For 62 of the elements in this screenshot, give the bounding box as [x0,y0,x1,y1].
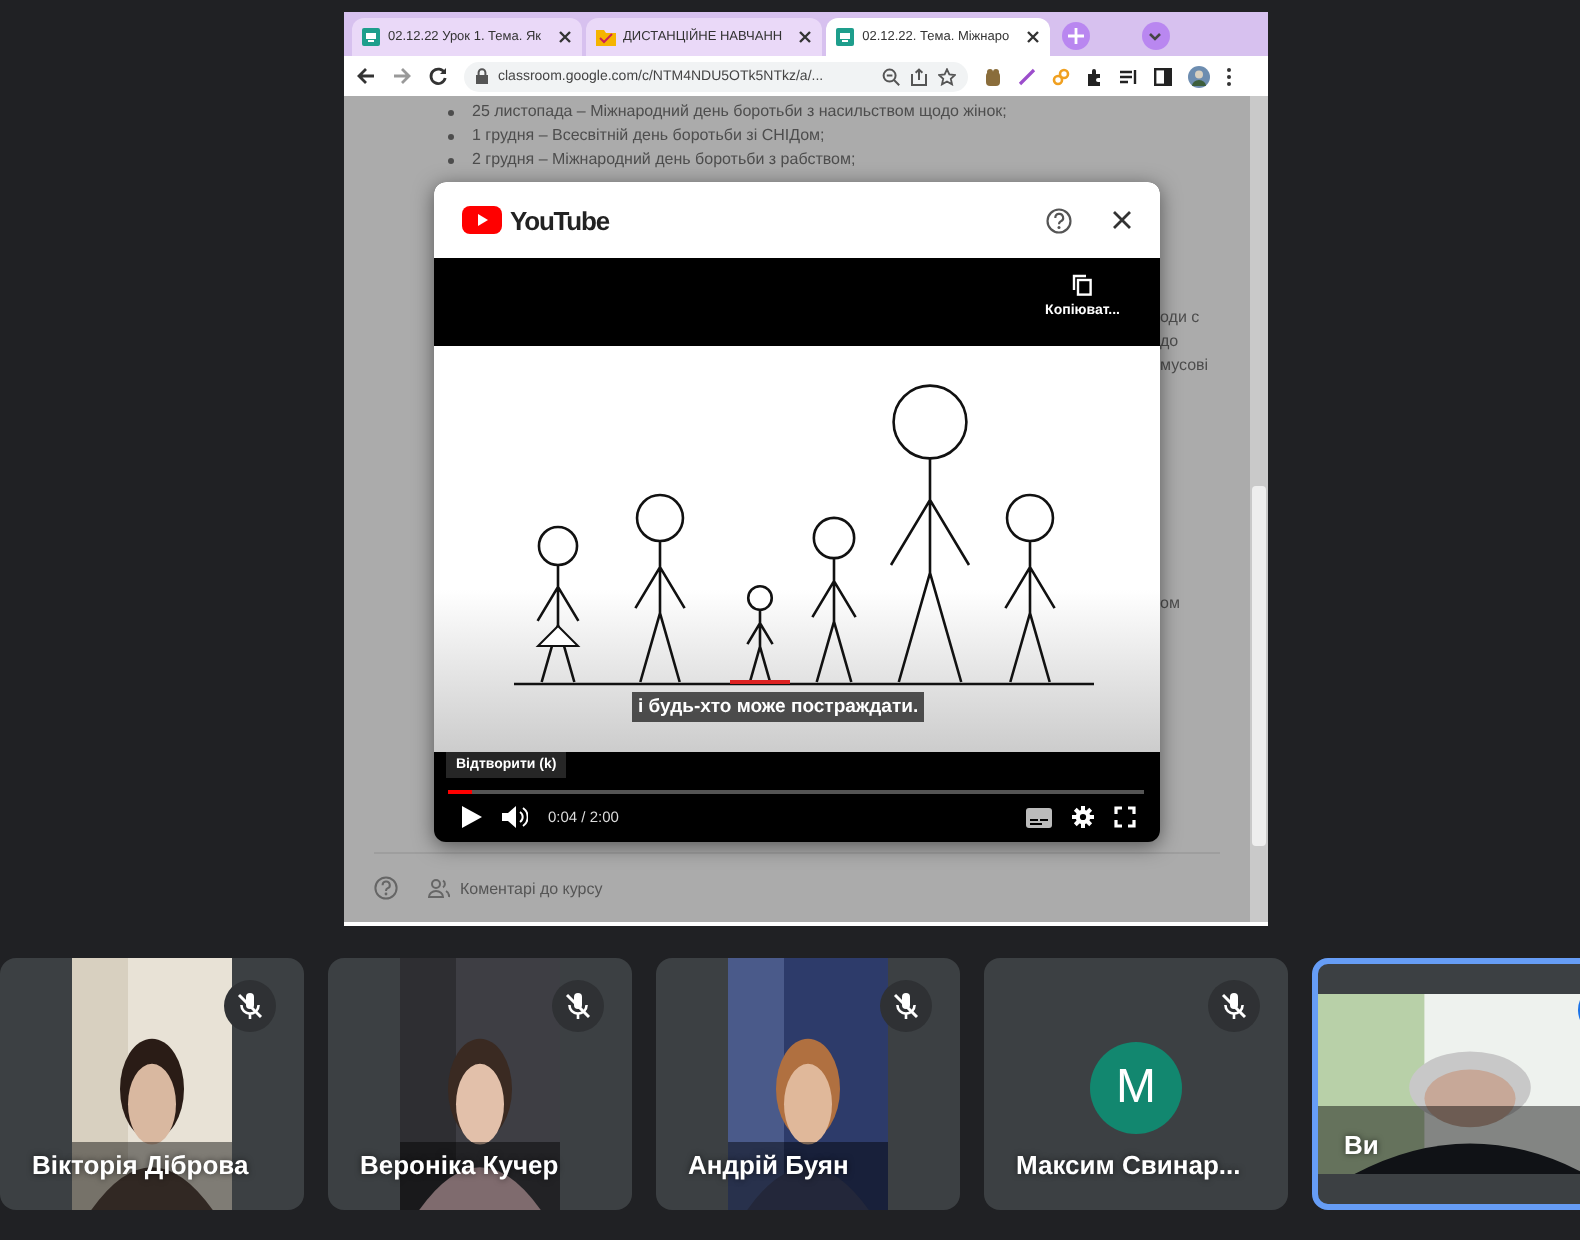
bullet-icon [448,133,454,139]
participant-name: Андрій Буян [688,1150,849,1180]
fullscreen-icon[interactable] [1114,806,1136,828]
page-text: до [1160,330,1179,354]
bullet-text: 2 грудня – Міжнародний день боротьби з рабством; [472,148,856,172]
participant-tile[interactable]: Андрій Буян [656,958,960,1210]
star-icon[interactable] [938,67,956,85]
volume-icon[interactable] [502,806,528,828]
participant-name: Максим Свинар... [1016,1150,1241,1180]
play-icon[interactable] [462,806,482,828]
brand-name: YouTube [510,205,609,235]
copy-icon [1072,274,1093,296]
participant-name: Вікторія Діброва [32,1150,249,1180]
tab-search-button[interactable] [1141,22,1170,50]
plus-icon [1067,28,1084,44]
menu-icon[interactable] [1226,67,1232,85]
help-icon[interactable] [1046,207,1072,233]
new-tab-button[interactable] [1061,22,1090,50]
participant-name: Ви [1344,1130,1379,1160]
settings-icon[interactable] [1072,806,1094,828]
presentation-icon [362,28,380,46]
close-icon[interactable] [557,30,572,44]
profile-avatar[interactable] [1188,65,1210,87]
reading-list-icon[interactable] [1120,67,1138,85]
mic-off-icon[interactable] [1208,980,1260,1032]
participant-tile[interactable]: Ви [1312,958,1580,1210]
pen-icon[interactable] [1018,67,1036,85]
caret-icon [1148,31,1163,41]
close-icon[interactable] [1025,30,1040,44]
close-icon[interactable] [798,30,813,44]
extension-icon[interactable] [984,67,1002,85]
presentation-icon [836,28,855,46]
play-logo-icon [462,206,502,234]
reload-icon[interactable] [428,66,448,86]
mic-off-icon[interactable] [552,980,604,1032]
bullet-text: 25 листопада – Міжнародний день боротьби з насильством щодо жінок; [472,100,1007,124]
bullet-icon [448,157,454,163]
participant-tile[interactable]: Вероніка Кучер [328,958,632,1210]
lock-icon [476,68,488,84]
forward-icon[interactable] [392,66,412,86]
puzzle-icon[interactable] [1086,67,1104,85]
share-icon[interactable] [910,67,928,85]
subtitle: і будь-хто може постраждати. [632,692,925,722]
page-text: оди с [1160,306,1200,330]
participant-tile[interactable]: М Максим Свинар... [984,958,1288,1210]
folder-icon [595,28,616,46]
page-text: мусові [1160,354,1209,378]
bullet-text: 1 грудня – Всесвітній день боротьби зі СНІДом; [472,124,825,148]
bullet-icon [448,109,454,115]
people-icon [428,878,450,898]
mic-off-icon[interactable] [880,980,932,1032]
participant-name: Вероніка Кучер [360,1150,559,1180]
close-icon[interactable] [1112,210,1132,230]
participant-tile[interactable]: Вікторія Діброва [0,958,304,1210]
avatar: М [1090,1042,1182,1134]
mic-off-icon[interactable] [224,980,276,1032]
zoom-icon[interactable] [882,67,900,85]
scrollbar-thumb[interactable] [1252,486,1266,846]
subtitles-icon[interactable] [1026,807,1052,827]
back-icon[interactable] [356,66,376,86]
page-text: ом [1160,592,1180,616]
side-panel-icon[interactable] [1154,67,1172,85]
